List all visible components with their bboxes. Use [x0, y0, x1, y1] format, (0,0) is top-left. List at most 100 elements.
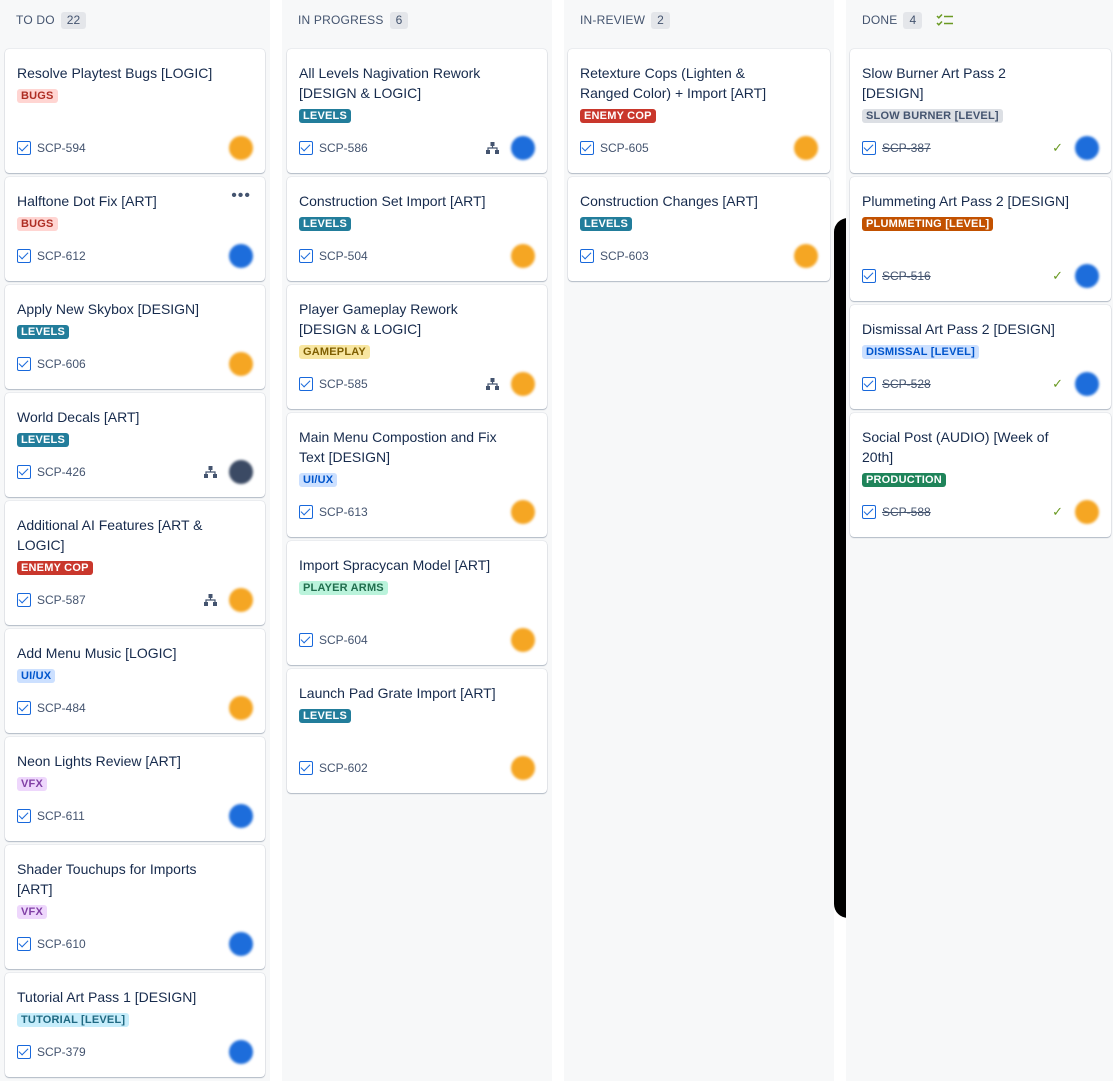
- assignee-avatar[interactable]: [1075, 136, 1099, 160]
- card-label: LEVELS: [17, 325, 69, 339]
- card-title: Resolve Playtest Bugs [LOGIC]: [17, 65, 213, 81]
- issue-key[interactable]: SCP-528: [882, 377, 931, 391]
- card-title: Construction Set Import [ART]: [299, 193, 486, 209]
- issue-key[interactable]: SCP-612: [37, 249, 86, 263]
- more-actions-icon[interactable]: •••: [231, 188, 251, 204]
- assignee-avatar[interactable]: [229, 932, 253, 956]
- card-label: LEVELS: [17, 433, 69, 447]
- task-checkbox-icon: [17, 937, 31, 951]
- card-title: All Levels Nagivation Rework [DESIGN & L…: [299, 65, 481, 101]
- assignee-avatar[interactable]: [511, 244, 535, 268]
- assignee-avatar[interactable]: [511, 628, 535, 652]
- done-list-check-icon: [936, 13, 954, 26]
- issue-key[interactable]: SCP-588: [882, 505, 931, 519]
- issue-key[interactable]: SCP-586: [319, 141, 368, 155]
- assignee-avatar[interactable]: [511, 136, 535, 160]
- issue-card[interactable]: Additional AI Features [ART & LOGIC] ENE…: [5, 501, 265, 625]
- issue-key[interactable]: SCP-603: [600, 249, 649, 263]
- assignee-avatar[interactable]: [229, 588, 253, 612]
- task-checkbox-icon: [862, 269, 876, 283]
- task-checkbox-icon: [862, 505, 876, 519]
- card-label: GAMEPLAY: [299, 345, 370, 359]
- issue-card[interactable]: Add Menu Music [LOGIC] UI/UX SCP-484: [5, 629, 265, 733]
- issue-key[interactable]: SCP-611: [37, 809, 85, 823]
- card-label: PLUMMETING [LEVEL]: [862, 217, 994, 231]
- issue-key[interactable]: SCP-387: [882, 141, 931, 155]
- column-header: IN-REVIEW 2: [564, 0, 834, 40]
- resolved-check-icon: ✓: [1052, 268, 1063, 283]
- issue-card[interactable]: Dismissal Art Pass 2 [DESIGN] DISMISSAL …: [850, 305, 1111, 409]
- issue-key[interactable]: SCP-504: [319, 249, 368, 263]
- assignee-avatar[interactable]: [229, 352, 253, 376]
- task-checkbox-icon: [17, 1045, 31, 1059]
- card-label: ENEMY COP: [580, 109, 656, 123]
- assignee-avatar[interactable]: [511, 372, 535, 396]
- task-checkbox-icon: [17, 701, 31, 715]
- issue-card[interactable]: Launch Pad Grate Import [ART] LEVELS SCP…: [287, 669, 547, 793]
- issue-key[interactable]: SCP-594: [37, 141, 86, 155]
- card-label: VFX: [17, 905, 47, 919]
- issue-key[interactable]: SCP-516: [882, 269, 931, 283]
- card-label: UI/UX: [299, 473, 338, 487]
- issue-key[interactable]: SCP-484: [37, 701, 86, 715]
- task-checkbox-icon: [299, 505, 313, 519]
- card-title: Slow Burner Art Pass 2 [DESIGN]: [862, 65, 1006, 101]
- issue-card[interactable]: Neon Lights Review [ART] VFX SCP-611: [5, 737, 265, 841]
- card-label: LEVELS: [299, 109, 351, 123]
- issue-key[interactable]: SCP-613: [319, 505, 368, 519]
- card-title: Retexture Cops (Lighten & Ranged Color) …: [580, 65, 767, 101]
- card-title: Shader Touchups for Imports [ART]: [17, 861, 197, 897]
- issue-key[interactable]: SCP-587: [37, 593, 86, 607]
- assignee-avatar[interactable]: [794, 244, 818, 268]
- issue-key[interactable]: SCP-606: [37, 357, 86, 371]
- issue-card[interactable]: Main Menu Compostion and Fix Text [DESIG…: [287, 413, 547, 537]
- issue-key[interactable]: SCP-605: [600, 141, 649, 155]
- issue-card[interactable]: Retexture Cops (Lighten & Ranged Color) …: [568, 49, 830, 173]
- card-title: Add Menu Music [LOGIC]: [17, 645, 177, 661]
- card-label: VFX: [17, 777, 47, 791]
- issue-key[interactable]: SCP-602: [319, 761, 368, 775]
- assignee-avatar[interactable]: [229, 460, 253, 484]
- task-checkbox-icon: [299, 633, 313, 647]
- kanban-board: TO DO 22 Resolve Playtest Bugs [LOGIC] B…: [0, 0, 1113, 1081]
- card-title: Tutorial Art Pass 1 [DESIGN]: [17, 989, 197, 1005]
- assignee-avatar[interactable]: [1075, 500, 1099, 524]
- issue-card[interactable]: Tutorial Art Pass 1 [DESIGN] TUTORIAL [L…: [5, 973, 265, 1077]
- issue-card[interactable]: Slow Burner Art Pass 2 [DESIGN] SLOW BUR…: [850, 49, 1111, 173]
- issue-card[interactable]: Player Gameplay Rework [DESIGN & LOGIC] …: [287, 285, 547, 409]
- issue-key[interactable]: SCP-426: [37, 465, 86, 479]
- assignee-avatar[interactable]: [511, 756, 535, 780]
- task-checkbox-icon: [17, 141, 31, 155]
- assignee-avatar[interactable]: [229, 1040, 253, 1064]
- issue-card[interactable]: Social Post (AUDIO) [Week of 20th] PRODU…: [850, 413, 1111, 537]
- assignee-avatar[interactable]: [1075, 372, 1099, 396]
- issue-card[interactable]: Apply New Skybox [DESIGN] LEVELS SCP-606: [5, 285, 265, 389]
- issue-card[interactable]: All Levels Nagivation Rework [DESIGN & L…: [287, 49, 547, 173]
- issue-card[interactable]: Construction Changes [ART] LEVELS SCP-60…: [568, 177, 830, 281]
- assignee-avatar[interactable]: [229, 136, 253, 160]
- issue-card[interactable]: Shader Touchups for Imports [ART] VFX SC…: [5, 845, 265, 969]
- assignee-avatar[interactable]: [229, 696, 253, 720]
- task-checkbox-icon: [299, 249, 313, 263]
- issue-key[interactable]: SCP-379: [37, 1045, 86, 1059]
- issue-key[interactable]: SCP-610: [37, 937, 86, 951]
- assignee-avatar[interactable]: [1075, 264, 1099, 288]
- assignee-avatar[interactable]: [511, 500, 535, 524]
- issue-card[interactable]: Resolve Playtest Bugs [LOGIC] BUGS SCP-5…: [5, 49, 265, 173]
- assignee-avatar[interactable]: [229, 804, 253, 828]
- issue-key[interactable]: SCP-585: [319, 377, 368, 391]
- issue-card[interactable]: World Decals [ART] LEVELS SCP-426: [5, 393, 265, 497]
- card-title: Player Gameplay Rework [DESIGN & LOGIC]: [299, 301, 458, 337]
- assignee-avatar[interactable]: [794, 136, 818, 160]
- issue-card[interactable]: Construction Set Import [ART] LEVELS SCP…: [287, 177, 547, 281]
- issue-card[interactable]: Halftone Dot Fix [ART] ••• BUGS SCP-612: [5, 177, 265, 281]
- card-title: Plummeting Art Pass 2 [DESIGN]: [862, 193, 1069, 209]
- task-checkbox-icon: [17, 357, 31, 371]
- card-label: LEVELS: [299, 709, 351, 723]
- column-title: IN PROGRESS: [298, 13, 384, 27]
- column-count: 22: [60, 11, 87, 29]
- issue-key[interactable]: SCP-604: [319, 633, 368, 647]
- assignee-avatar[interactable]: [229, 244, 253, 268]
- issue-card[interactable]: Import Spracycan Model [ART] PLAYER ARMS…: [287, 541, 547, 665]
- issue-card[interactable]: Plummeting Art Pass 2 [DESIGN] PLUMMETIN…: [850, 177, 1111, 301]
